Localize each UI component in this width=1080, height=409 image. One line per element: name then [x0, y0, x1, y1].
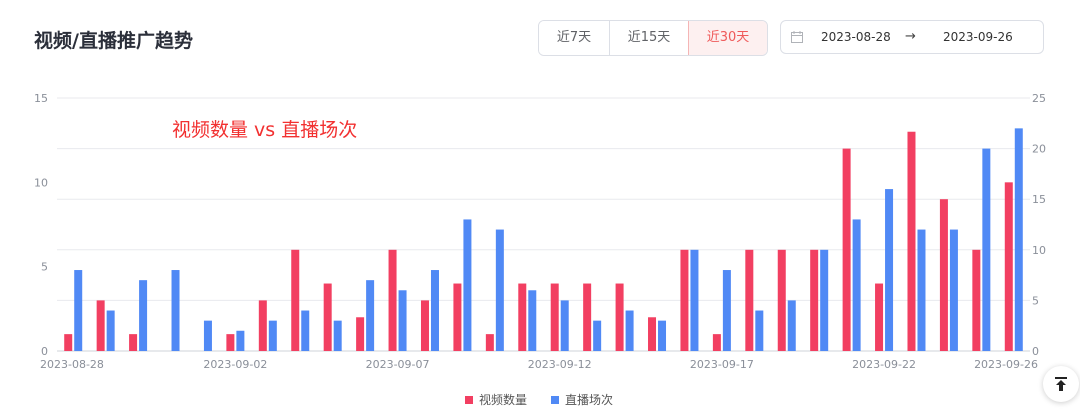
y-right-tick-label: 10 [1032, 244, 1046, 257]
bar-video [388, 249, 397, 351]
bar-live [463, 219, 472, 351]
bar-live [74, 270, 83, 351]
bar-live [236, 330, 245, 351]
y-right-tick-label: 5 [1032, 294, 1039, 307]
bar-live [495, 229, 504, 351]
x-tick-label: 2023-09-12 [528, 358, 592, 371]
bar-video [810, 249, 819, 351]
bar-live [982, 148, 991, 351]
bar-live [658, 320, 667, 351]
bar-live [722, 270, 731, 351]
x-tick-label: 2023-09-22 [852, 358, 916, 371]
bar-video [907, 131, 916, 351]
bar-live [398, 290, 407, 351]
bar-video [972, 249, 981, 351]
x-tick-label: 2023-09-07 [366, 358, 430, 371]
bar-live [852, 219, 861, 351]
bar-live [430, 270, 439, 351]
bar-live [203, 320, 212, 351]
bar-video [939, 199, 948, 351]
bar-video [875, 283, 884, 351]
bar-video [842, 148, 851, 351]
back-to-top-icon [1055, 377, 1067, 391]
bar-video [258, 300, 267, 351]
bar-live [1014, 128, 1023, 351]
bar-live [949, 229, 958, 351]
bar-video [745, 249, 754, 351]
chart-legend: 视频数量 直播场次 [465, 391, 613, 408]
bar-video [323, 283, 332, 351]
y-left-tick-label: 15 [34, 92, 48, 105]
bar-video [550, 283, 559, 351]
bar-live [885, 189, 894, 351]
bar-live [820, 249, 829, 351]
x-tick-label: 2023-09-17 [690, 358, 754, 371]
y-left-tick-label: 10 [34, 176, 48, 189]
y-right-tick-label: 25 [1032, 92, 1046, 105]
bar-live [917, 229, 926, 351]
y-left-tick-label: 5 [41, 261, 48, 274]
bar-live [333, 320, 342, 351]
bar-live [560, 300, 569, 351]
y-right-tick-label: 0 [1032, 345, 1039, 358]
y-left-tick-label: 0 [41, 345, 48, 358]
bar-live [528, 290, 537, 351]
x-tick-label: 2023-09-02 [203, 358, 267, 371]
bar-video [648, 317, 657, 351]
legend-swatch-live [551, 395, 560, 404]
bar-video [518, 283, 527, 351]
bar-video [680, 249, 689, 351]
bar-live [268, 320, 277, 351]
legend-swatch-video [465, 395, 473, 404]
bar-video [356, 317, 365, 351]
trend-chart: 0 5 10 15 0 5 10 15 20 25 2023-08-28 2023-09-02 2023… [34, 92, 1046, 371]
legend-item-live[interactable]: 直播场次 [551, 391, 613, 408]
x-tick-label: 2023-09-26 [974, 358, 1038, 371]
bar-video [485, 334, 494, 351]
bar-live [139, 280, 148, 351]
bar-video [1004, 182, 1013, 351]
bar-live [690, 249, 699, 351]
bar-live [787, 300, 796, 351]
bar-live [593, 320, 602, 351]
y-right-tick-label: 20 [1032, 143, 1046, 156]
bar-video [129, 334, 138, 351]
legend-label-live: 直播场次 [565, 393, 614, 407]
bar-video [291, 249, 300, 351]
bar-video [226, 334, 235, 351]
bar-live [301, 310, 310, 351]
bar-video [453, 283, 462, 351]
bar-video [96, 300, 105, 351]
bar-live [171, 270, 180, 351]
bar-video [64, 334, 73, 351]
y-right-tick-label: 15 [1032, 193, 1046, 206]
back-to-top-button[interactable] [1043, 366, 1079, 402]
bar-live [625, 310, 634, 351]
legend-item-video[interactable]: 视频数量 [465, 391, 527, 408]
bar-video [712, 334, 721, 351]
bar-live [106, 310, 115, 351]
x-tick-label: 2023-08-28 [40, 358, 104, 371]
bar-live [755, 310, 764, 351]
chart-annotation: 视频数量 vs 直播场次 [172, 119, 357, 141]
bar-live [366, 280, 375, 351]
bar-video [583, 283, 592, 351]
bar-video [615, 283, 624, 351]
legend-label-video: 视频数量 [479, 393, 528, 407]
bar-video [777, 249, 786, 351]
bar-video [420, 300, 429, 351]
